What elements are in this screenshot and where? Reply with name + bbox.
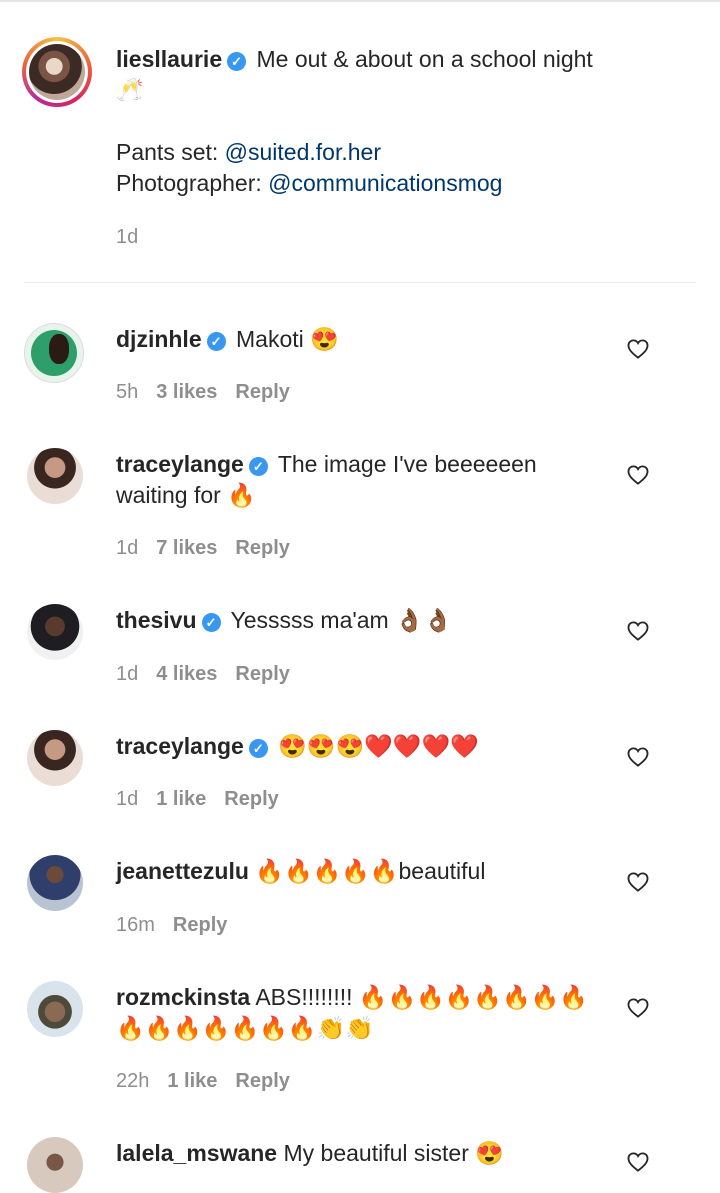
comment-avatar-lalela-mswane[interactable] [27, 1137, 83, 1193]
comment-text-line: thesivu ✓ Yesssss ma'am 👌🏾👌🏾 [116, 605, 452, 636]
caption-photographer-line: Photographer: @communicationsmog [116, 168, 502, 199]
reply-button[interactable]: Reply [224, 788, 278, 810]
comment-body: 😍😍😍❤️❤️❤️❤️ [278, 733, 479, 759]
avatar-photo [29, 44, 85, 100]
comment-text-line: traceylange ✓ 😍😍😍❤️❤️❤️❤️ [116, 731, 479, 762]
like-heart-icon[interactable] [627, 465, 649, 485]
comment-username[interactable]: djzinhle [116, 326, 202, 352]
caption-line-1: liesllaurie ✓ Me out & about on a school … [116, 44, 593, 75]
comment-meta: 5h 3 likes Reply [116, 380, 290, 404]
caption-avatar[interactable] [22, 37, 92, 107]
comment-likes[interactable]: 7 likes [156, 537, 217, 559]
comment-text-line: rozmckinsta ABS!!!!!!!! 🔥🔥🔥🔥🔥🔥🔥🔥 [116, 982, 588, 1013]
caption-divider [24, 282, 696, 283]
comment-likes[interactable]: 3 likes [156, 381, 217, 403]
verified-badge-icon: ✓ [206, 332, 226, 351]
comment-time: 22h [116, 1070, 150, 1092]
comment-meta: 1d 1 like Reply [116, 787, 279, 811]
caption-emoji: 🥂 [116, 77, 144, 102]
comment-body: Yesssss ma'am 👌🏾👌🏾 [230, 607, 453, 633]
verified-badge-icon: ✓ [227, 52, 247, 71]
like-heart-icon[interactable] [627, 1152, 649, 1172]
caption-time: 1d [116, 226, 139, 248]
comment-avatar-jeanettezulu[interactable] [27, 855, 83, 911]
like-heart-icon[interactable] [627, 621, 649, 641]
photographer-label: Photographer: [116, 170, 269, 196]
comment-username[interactable]: traceylange [116, 733, 244, 759]
verified-badge-icon: ✓ [248, 457, 268, 476]
comment-avatar-thesivu[interactable] [27, 604, 83, 660]
comment-text-line: jeanettezulu 🔥🔥🔥🔥🔥beautiful [116, 856, 485, 887]
comment-username[interactable]: traceylange [116, 451, 244, 477]
reply-button[interactable]: Reply [235, 537, 289, 559]
comment-time: 16m [116, 914, 155, 936]
comment-likes[interactable]: 1 like [156, 788, 206, 810]
comment-body: The image I've beeeeeen [277, 451, 537, 477]
caption-username[interactable]: liesllaurie [116, 46, 222, 72]
comment-body: Makoti 😍 [236, 326, 339, 352]
comment-avatar-traceylange[interactable] [27, 730, 83, 786]
verified-badge-icon: ✓ [248, 739, 268, 758]
like-heart-icon[interactable] [627, 998, 649, 1018]
comment-likes[interactable]: 4 likes [156, 663, 217, 685]
comment-text-line: djzinhle ✓ Makoti 😍 [116, 324, 339, 355]
comment-body: ABS!!!!!!!! 🔥🔥🔥🔥🔥🔥🔥🔥 [255, 984, 588, 1010]
comment-time: 1d [116, 788, 139, 810]
reply-button[interactable]: Reply [235, 381, 289, 403]
pants-link[interactable]: @suited.for.her [225, 139, 381, 165]
comment-username[interactable]: jeanettezulu [116, 858, 249, 884]
comment-body: 🔥🔥🔥🔥🔥beautiful [255, 858, 486, 884]
verified-badge-icon: ✓ [201, 613, 221, 632]
comment-text-line: lalela_mswane My beautiful sister 😍 [116, 1138, 504, 1169]
comment-avatar-djzinhle[interactable] [24, 323, 84, 383]
comment-avatar-rozmckinsta[interactable] [27, 981, 83, 1037]
comment-meta: 16m Reply [116, 913, 227, 937]
pants-label: Pants set: [116, 139, 225, 165]
comment-meta: 1d 4 likes Reply [116, 662, 290, 686]
like-heart-icon[interactable] [627, 339, 649, 359]
reply-button[interactable]: Reply [173, 914, 227, 936]
comment-body-line-2: 🔥🔥🔥🔥🔥🔥🔥👏👏 [116, 1015, 374, 1041]
comment-username[interactable]: thesivu [116, 607, 197, 633]
reply-button[interactable]: Reply [235, 663, 289, 685]
comment-text-line: traceylange ✓ The image I've beeeeeen [116, 449, 537, 480]
post-caption: liesllaurie ✓ Me out & about on a school … [0, 0, 720, 283]
photographer-link[interactable]: @communicationsmog [268, 170, 502, 196]
comment-username[interactable]: lalela_mswane [116, 1140, 277, 1166]
comment-meta: 1d 7 likes Reply [116, 536, 290, 560]
comment-body: My beautiful sister 😍 [283, 1140, 504, 1166]
comment-username[interactable]: rozmckinsta [116, 984, 250, 1010]
caption-pants-line: Pants set: @suited.for.her [116, 137, 381, 168]
comment-time: 1d [116, 537, 139, 559]
comment-time: 5h [116, 381, 139, 403]
reply-button[interactable]: Reply [235, 1070, 289, 1092]
like-heart-icon[interactable] [627, 872, 649, 892]
comment-likes[interactable]: 1 like [167, 1070, 217, 1092]
comment-body-line-2: waiting for 🔥 [116, 482, 256, 508]
like-heart-icon[interactable] [627, 747, 649, 767]
comment-meta: 22h 1 like Reply [116, 1069, 290, 1093]
comment-time: 1d [116, 663, 139, 685]
comment-avatar-traceylange[interactable] [27, 448, 83, 504]
caption-text: Me out & about on a school night [256, 46, 593, 72]
